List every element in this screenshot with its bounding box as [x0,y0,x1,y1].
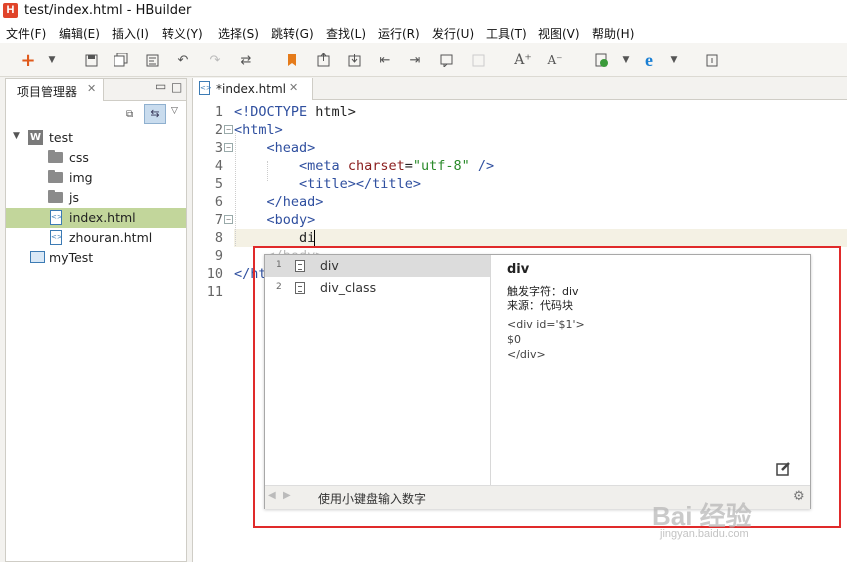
browser-dropdown-icon[interactable]: ▼ [666,52,682,68]
menu-file[interactable]: 文件(F) [6,25,46,42]
project-panel: 项目管理器 ✕ ▭ □ ⧉ ⇆ ▽ ▼ W test css img js <>… [5,78,187,562]
hbuilder-logo-icon: H [3,3,18,18]
folder-icon [48,170,63,183]
run-dropdown-icon[interactable]: ▼ [618,52,634,68]
close-icon[interactable]: ✕ [87,82,96,95]
menu-bar: 文件(F) 编辑(E) 插入(I) 转义(Y) 选择(S) 跳转(G) 查找(L… [0,22,847,43]
menu-escape[interactable]: 转义(Y) [162,25,203,42]
code-line: 2− <html> [214,122,283,138]
font-bigger-icon[interactable]: A⁺ [514,52,532,68]
export-icon[interactable] [346,52,362,68]
html-file-icon: <> [50,230,63,245]
menu-insert[interactable]: 插入(I) [112,25,149,42]
tree-item-js[interactable]: js [6,188,186,208]
menu-view[interactable]: 视图(V) [538,25,580,42]
tree-item-mytest[interactable]: myTest [6,248,186,268]
tree-item-zhouran-html[interactable]: <> zhouran.html [6,228,186,248]
editor-tabbar: <> *index.html ✕ [193,78,847,100]
project-icon: W [28,130,43,145]
code-line: 7− <body> [214,212,316,228]
code-line: 1 <!DOCTYPE html> [214,104,356,120]
expand-arrow-icon[interactable]: ▼ [13,131,20,141]
menu-goto[interactable]: 跳转(G) [271,25,314,42]
menu-publish[interactable]: 发行(U) [432,25,474,42]
collapse-all-icon[interactable]: ⧉ [126,109,133,120]
html-file-icon: <> [50,210,63,225]
fold-icon[interactable]: − [224,143,233,152]
menu-run[interactable]: 运行(R) [378,25,420,42]
code-line: 5 <title></title> [214,176,421,192]
window-title: test/index.html - HBuilder [24,3,192,18]
undo-icon[interactable]: ↶ [175,52,191,68]
menu-tools[interactable]: 工具(T) [486,25,527,42]
font-smaller-icon[interactable]: A⁻ [547,52,563,68]
code-line: 8 di [214,230,316,246]
info-icon[interactable] [704,52,720,68]
folder-icon [48,190,63,203]
code-line: 3− <head> [214,140,316,156]
tree-item-index-html[interactable]: <> index.html [6,208,186,228]
run-icon[interactable] [594,52,610,68]
tree-label: test [49,130,74,145]
link-editor-icon[interactable]: ⇆ [144,104,166,124]
find-icon[interactable]: ⇄ [238,52,254,68]
tree-item-img[interactable]: img [6,168,186,188]
indent-right-icon[interactable]: ⇥ [407,52,423,68]
tab-index-html[interactable]: <> *index.html ✕ [193,78,313,100]
project-panel-tabbar: 项目管理器 ✕ ▭ □ [6,79,186,101]
menu-help[interactable]: 帮助(H) [592,25,634,42]
save-icon[interactable] [83,52,99,68]
comment-icon[interactable] [438,52,454,68]
menu-find[interactable]: 查找(L) [326,25,366,42]
browser-icon[interactable]: e [641,50,657,70]
fold-icon[interactable]: − [224,215,233,224]
format-icon[interactable] [144,52,160,68]
goto-icon[interactable] [315,52,331,68]
tree-label: zhouran.html [69,230,153,245]
menu-select[interactable]: 选择(S) [218,25,259,42]
view-menu-icon[interactable]: ▽ [171,106,178,116]
fold-icon[interactable]: − [224,125,233,134]
new-dropdown-icon[interactable]: ▼ [44,52,60,68]
code-line: 4 <meta charset="utf-8" /> [214,158,495,174]
tab-project-manager[interactable]: 项目管理器 ✕ [6,79,104,101]
maximize-icon[interactable]: □ [171,80,182,94]
indent-left-icon[interactable]: ⇤ [377,52,393,68]
menu-edit[interactable]: 编辑(E) [59,25,100,42]
highlight-annotation-box [253,246,841,528]
project-folder-icon [30,251,45,263]
toolbar: + ▼ ↶ ↷ ⇄ ⇤ ⇥ A⁺ A⁻ ▼ e ▼ [0,43,847,77]
tree-label: index.html [69,210,136,225]
close-icon[interactable]: ✕ [289,81,298,94]
baidu-watermark-url: jingyan.baidu.com [660,528,749,540]
text-cursor [314,230,315,246]
redo-icon[interactable]: ↷ [207,52,223,68]
tree-label: myTest [49,250,94,265]
disabled-icon [470,52,486,68]
typed-text: di [299,230,316,246]
new-icon[interactable]: + [20,50,36,71]
html-file-icon: <> [199,81,212,95]
tree-label: img [69,170,93,185]
editor-tab-label: *index.html [216,82,286,96]
code-line: 6 </head> [214,194,324,210]
tree-item-test[interactable]: ▼ W test [6,128,186,148]
tree-item-css[interactable]: css [6,148,186,168]
title-bar: H test/index.html - HBuilder [0,0,847,22]
tree-label: js [69,190,79,205]
bookmark-icon[interactable] [284,52,300,68]
minimize-icon[interactable]: ▭ [155,79,166,93]
tree-label: css [69,150,89,165]
folder-icon [48,150,63,163]
project-panel-title: 项目管理器 [17,85,78,99]
save-all-icon[interactable] [113,52,129,68]
